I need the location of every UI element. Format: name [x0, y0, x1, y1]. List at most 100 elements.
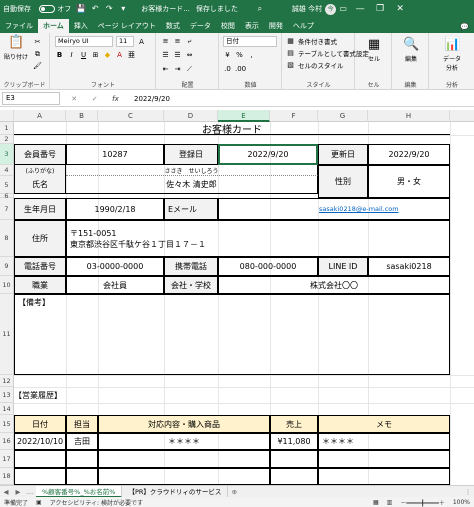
company-value[interactable]: 株式会社〇〇	[218, 276, 450, 294]
tab-help[interactable]: ヘルプ	[288, 19, 319, 33]
autosave-toggle[interactable]: オフ	[34, 4, 74, 14]
decrease-decimal-icon[interactable]: .00	[235, 64, 246, 74]
tab-data[interactable]: データ	[185, 19, 216, 33]
data-analysis-button[interactable]: 📊 データ 分析	[436, 37, 468, 72]
row-header-16[interactable]: 16	[0, 433, 14, 450]
dob-value[interactable]: 1990/2/18	[66, 198, 164, 220]
ribbon-display-icon[interactable]: ▭	[338, 4, 348, 14]
name-value[interactable]: 佐々木 清史郎	[66, 176, 318, 194]
row-header-9[interactable]: 9	[0, 257, 14, 276]
close-button[interactable]: ✕	[390, 4, 410, 14]
row-header-7[interactable]: 7	[0, 198, 14, 220]
zoom-slider[interactable]: －━━━━╋━━━━＋	[396, 498, 449, 507]
decrease-indent-icon[interactable]: ⇤	[161, 64, 170, 74]
conditional-format-button[interactable]: ▦ 条件付き書式	[286, 36, 337, 46]
tab-insert[interactable]: 挿入	[69, 19, 93, 33]
history-cell-memo[interactable]: ＊＊＊＊	[318, 433, 450, 450]
row-header-2[interactable]: 2	[0, 135, 14, 144]
italic-button[interactable]: I	[67, 50, 76, 60]
select-all-corner[interactable]	[0, 110, 14, 122]
furigana-value[interactable]: ささき せいしろう	[66, 165, 318, 176]
tab-developer[interactable]: 開発	[264, 19, 288, 33]
row-header-15[interactable]: 15	[0, 415, 14, 433]
tab-review[interactable]: 校閲	[216, 19, 240, 33]
row-header-1[interactable]: 1	[0, 122, 14, 135]
cell-styles-button[interactable]: ▧ セルのスタイル	[286, 60, 343, 70]
insert-function-icon[interactable]: fx	[112, 95, 119, 103]
align-middle-icon[interactable]: ≡	[173, 36, 182, 46]
job-value[interactable]: 会社員	[66, 276, 164, 294]
tab-file[interactable]: ファイル	[0, 19, 38, 33]
history-cell-date[interactable]: 2022/10/10	[14, 433, 66, 450]
history-empty-cell[interactable]	[66, 450, 98, 468]
font-size-select[interactable]: 11	[116, 36, 134, 47]
save-status[interactable]: 保存しました	[193, 4, 241, 14]
align-left-icon[interactable]: ☰	[161, 50, 170, 60]
history-cell-sales[interactable]: ¥11,080	[270, 433, 318, 450]
redo-icon[interactable]: ↷	[104, 4, 114, 14]
registered-value[interactable]: 2022/9/20	[218, 144, 318, 165]
tab-view[interactable]: 表示	[240, 19, 264, 33]
currency-icon[interactable]: ¥	[223, 50, 232, 60]
accessibility-status[interactable]: アクセシビリティ: 検討が必要です	[46, 498, 147, 507]
notes-box[interactable]: 【備考】	[14, 294, 450, 375]
bold-button[interactable]: B	[55, 50, 64, 60]
column-header-b[interactable]: B	[66, 110, 98, 122]
underline-button[interactable]: U	[79, 50, 88, 60]
editing-button[interactable]: 🔍 編集	[397, 37, 425, 63]
search-icon[interactable]: ⌕	[255, 4, 265, 14]
copy-icon[interactable]: ⧉	[33, 49, 42, 59]
member-no-value[interactable]: 10287	[66, 144, 164, 165]
history-cell-staff[interactable]: 吉田	[66, 433, 98, 450]
restore-button[interactable]: ❐	[370, 4, 390, 14]
history-empty-cell[interactable]	[270, 468, 318, 485]
updated-value[interactable]: 2022/9/20	[368, 144, 450, 165]
history-empty-cell[interactable]	[318, 468, 450, 485]
row-header-18[interactable]: 18	[0, 468, 14, 485]
history-empty-cell[interactable]	[98, 450, 270, 468]
tab-home[interactable]: ホーム	[38, 19, 69, 33]
minimize-button[interactable]: —	[350, 4, 370, 14]
line-id-value[interactable]: sasaki0218	[368, 257, 450, 276]
cut-icon[interactable]: ✂	[33, 37, 42, 47]
history-cell-content[interactable]: ＊＊＊＊	[98, 433, 270, 450]
font-name-select[interactable]: Meiryo UI	[55, 36, 113, 47]
column-header-h[interactable]: H	[368, 110, 450, 122]
increase-indent-icon[interactable]: ⇥	[173, 64, 182, 74]
prev-sheet-icon[interactable]: ◀	[0, 488, 12, 496]
avatar[interactable]: 今	[325, 3, 337, 15]
email-link[interactable]: sasaki0218@e-mail.com	[218, 198, 450, 220]
fill-color-icon[interactable]: ◆	[103, 50, 112, 60]
column-header-g[interactable]: G	[318, 110, 368, 122]
worksheet[interactable]: A B C D E F G H 1 2 3 4 5 6 7 8 9 10 11 …	[0, 110, 474, 485]
tab-options-icon[interactable]: ⋮	[462, 488, 474, 496]
phone-value[interactable]: 03-0000-0000	[66, 257, 164, 276]
row-header-17[interactable]: 17	[0, 450, 14, 468]
history-empty-cell[interactable]	[98, 468, 270, 485]
enter-icon[interactable]: ✓	[92, 95, 98, 103]
undo-icon[interactable]: ↶	[90, 4, 100, 14]
paste-button[interactable]: 📋 貼り付け	[3, 35, 29, 61]
history-empty-cell[interactable]	[14, 450, 66, 468]
column-header-e[interactable]: E	[218, 110, 270, 122]
normal-view-icon[interactable]: ▦	[369, 499, 383, 506]
next-sheet-icon[interactable]: ▶	[12, 488, 24, 496]
save-icon[interactable]: 💾	[76, 4, 86, 14]
cell-grid[interactable]: お客様カード 会員番号 10287 登録日 2022/9/20 更新日 2022…	[14, 122, 474, 485]
comments-icon[interactable]: 💬	[455, 21, 474, 33]
history-empty-cell[interactable]	[270, 450, 318, 468]
align-top-icon[interactable]: ≡	[161, 36, 170, 46]
align-center-icon[interactable]: ☰	[173, 50, 182, 60]
macro-record-icon[interactable]: ▣	[32, 499, 46, 506]
phonetic-icon[interactable]: 亜	[127, 50, 136, 60]
tab-page-layout[interactable]: ページ レイアウト	[93, 19, 161, 33]
column-header-f[interactable]: F	[270, 110, 318, 122]
orientation-icon[interactable]: ⟋	[185, 64, 194, 74]
add-sheet-icon[interactable]: ⊕	[228, 488, 240, 496]
increase-decimal-icon[interactable]: .0	[223, 64, 232, 74]
row-header-8[interactable]: 8	[0, 220, 14, 257]
column-header-c[interactable]: C	[98, 110, 164, 122]
row-header-14[interactable]: 14	[0, 403, 14, 415]
row-header-13[interactable]: 13	[0, 387, 14, 403]
row-header-11[interactable]: 11	[0, 294, 14, 375]
